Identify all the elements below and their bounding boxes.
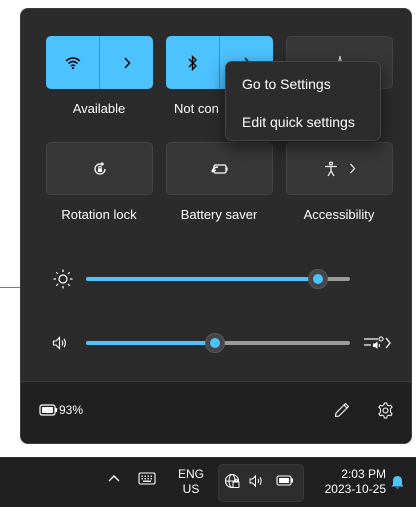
brightness-icon (52, 268, 74, 290)
settings-icon[interactable] (377, 402, 394, 419)
taskbar: ENG US 2:03 PM 2023-10-25 (0, 457, 416, 507)
accessibility-icon (323, 160, 339, 177)
volume-slider-fill (86, 341, 216, 345)
accessibility-label: Accessibility (303, 207, 375, 222)
volume-row (21, 331, 411, 355)
rotation-lock-tile[interactable] (46, 142, 153, 195)
brightness-row (21, 267, 411, 291)
clock[interactable]: 2:03 PM 2023-10-25 (310, 467, 386, 497)
wifi-toggle[interactable] (46, 36, 99, 89)
volume-icon (249, 474, 264, 488)
battery-saver-label: Battery saver (180, 207, 258, 222)
network-icon (224, 473, 240, 489)
chevron-right-icon (123, 56, 131, 69)
desktop-line (0, 287, 22, 288)
context-menu: Go to Settings Edit quick settings (225, 61, 381, 141)
edit-icon[interactable] (334, 402, 350, 418)
chevron-right-icon (349, 163, 356, 174)
language-indicator[interactable]: ENG US (176, 467, 206, 497)
battery-saver-tile[interactable] (166, 142, 273, 195)
rotation-lock-icon (92, 161, 108, 177)
brightness-slider-fill (86, 277, 319, 281)
quick-settings-footer: 93% (21, 381, 411, 443)
audio-output-icon[interactable] (362, 333, 392, 353)
volume-icon[interactable] (52, 335, 68, 351)
bell-icon[interactable] (391, 475, 404, 490)
bluetooth-tile-label: Not con (174, 101, 219, 116)
language-line2: US (182, 482, 200, 496)
battery-icon (276, 475, 294, 486)
volume-slider-thumb[interactable] (205, 333, 226, 353)
battery-icon[interactable] (39, 404, 58, 416)
wifi-tile[interactable] (46, 36, 153, 89)
clock-date: 2023-10-25 (324, 482, 386, 496)
accessibility-tile[interactable] (286, 142, 393, 195)
battery-percent: 93% (59, 403, 84, 417)
chevron-up-icon[interactable] (108, 474, 120, 482)
bluetooth-icon (188, 54, 198, 71)
wifi-icon (65, 56, 81, 70)
wifi-tile-label: Available (72, 101, 126, 116)
rotation-lock-label: Rotation lock (61, 207, 137, 222)
bluetooth-toggle[interactable] (166, 36, 219, 89)
keyboard-icon[interactable] (138, 472, 156, 485)
clock-time: 2:03 PM (341, 467, 386, 481)
brightness-slider-thumb[interactable] (308, 269, 329, 289)
edit-quick-settings-item[interactable]: Edit quick settings (227, 104, 379, 140)
language-line1: ENG (177, 467, 204, 481)
battery-saver-icon (210, 163, 229, 175)
wifi-expand[interactable] (99, 36, 153, 89)
go-to-settings-item[interactable]: Go to Settings (227, 66, 379, 102)
